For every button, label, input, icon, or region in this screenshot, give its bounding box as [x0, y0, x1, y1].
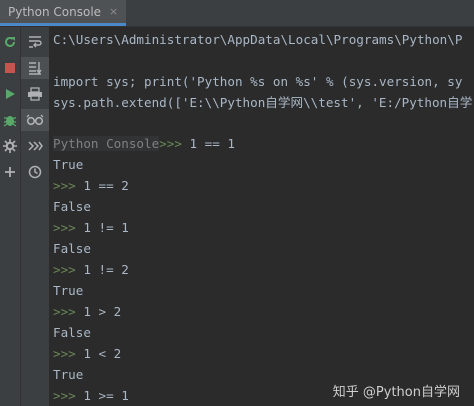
tab-close-icon[interactable]: × [109, 5, 118, 18]
debug-icon[interactable] [0, 109, 20, 131]
tab-title: Python Console [8, 4, 102, 19]
console-input-line[interactable]: >>> 1 >= 1 [53, 385, 129, 406]
input-text: 1 == 2 [83, 178, 129, 193]
output-line: False [53, 199, 91, 214]
run-icon[interactable] [0, 83, 20, 105]
prompt-symbol: >>> [53, 388, 84, 403]
tab-bar: Python Console × [0, 0, 474, 27]
history-icon[interactable] [21, 161, 49, 183]
prompt-symbol: >>> [53, 262, 84, 277]
settings-icon[interactable] [0, 135, 20, 157]
print-icon[interactable] [21, 83, 49, 105]
console-input-line: >>> 1 > 2 [53, 301, 121, 322]
tab-python-console[interactable]: Python Console × [0, 0, 127, 26]
input-text: 1 != 2 [83, 262, 129, 277]
console-input-line: >>> 1 != 1 [53, 217, 129, 238]
prompt-symbol: >>> [53, 304, 84, 319]
prompt-symbol: >>> [159, 136, 190, 151]
stop-icon[interactable] [0, 57, 20, 79]
output-line: False [53, 325, 91, 340]
input-text: 1 < 2 [83, 346, 122, 361]
console-input-line: >>> 1 != 2 [53, 259, 129, 280]
soft-wrap-icon[interactable] [21, 31, 49, 53]
watermark: 知乎 @Python自学网 [333, 381, 460, 400]
prompt-symbol: >>> [53, 346, 84, 361]
input-text: 1 == 1 [189, 136, 236, 151]
scroll-to-end-icon[interactable] [21, 57, 49, 79]
execute-all-icon[interactable] [21, 135, 49, 157]
input-text: 1 > 2 [83, 304, 122, 319]
console-actions-toolbar [21, 27, 50, 406]
prompt-symbol: >>> [53, 220, 84, 235]
console-header-line: import sys; print('Python %s on %s' % (s… [53, 74, 463, 89]
show-variables-icon[interactable] [21, 109, 49, 131]
console-header-line: C:\Users\Administrator\AppData\Local\Pro… [53, 32, 463, 47]
input-text: 1 >= 1 [83, 388, 129, 403]
console-run-toolbar [0, 27, 21, 406]
console-tag: Python Console [53, 136, 160, 151]
rerun-icon[interactable] [0, 31, 20, 53]
watermark-text: 知乎 @Python自学网 [332, 385, 460, 400]
console-input-line: >>> 1 < 2 [53, 343, 121, 364]
output-line: True [53, 283, 84, 298]
input-text: 1 != 1 [83, 220, 129, 235]
console-input-line: >>> 1 == 2 [53, 175, 129, 196]
console-input-line: Python Console>>> 1 == 1 [53, 133, 235, 154]
add-icon[interactable] [0, 161, 20, 183]
console-header-line: sys.path.extend(['E:\\Python自学网\\test', … [53, 95, 473, 110]
console-output[interactable]: C:\Users\Administrator\AppData\Local\Pro… [50, 27, 474, 406]
output-line: False [53, 241, 91, 256]
python-console-window: Python Console × C:\Users\Administrator\… [0, 0, 474, 406]
output-line: True [53, 367, 84, 382]
output-line: True [53, 157, 84, 172]
prompt-symbol: >>> [53, 178, 84, 193]
